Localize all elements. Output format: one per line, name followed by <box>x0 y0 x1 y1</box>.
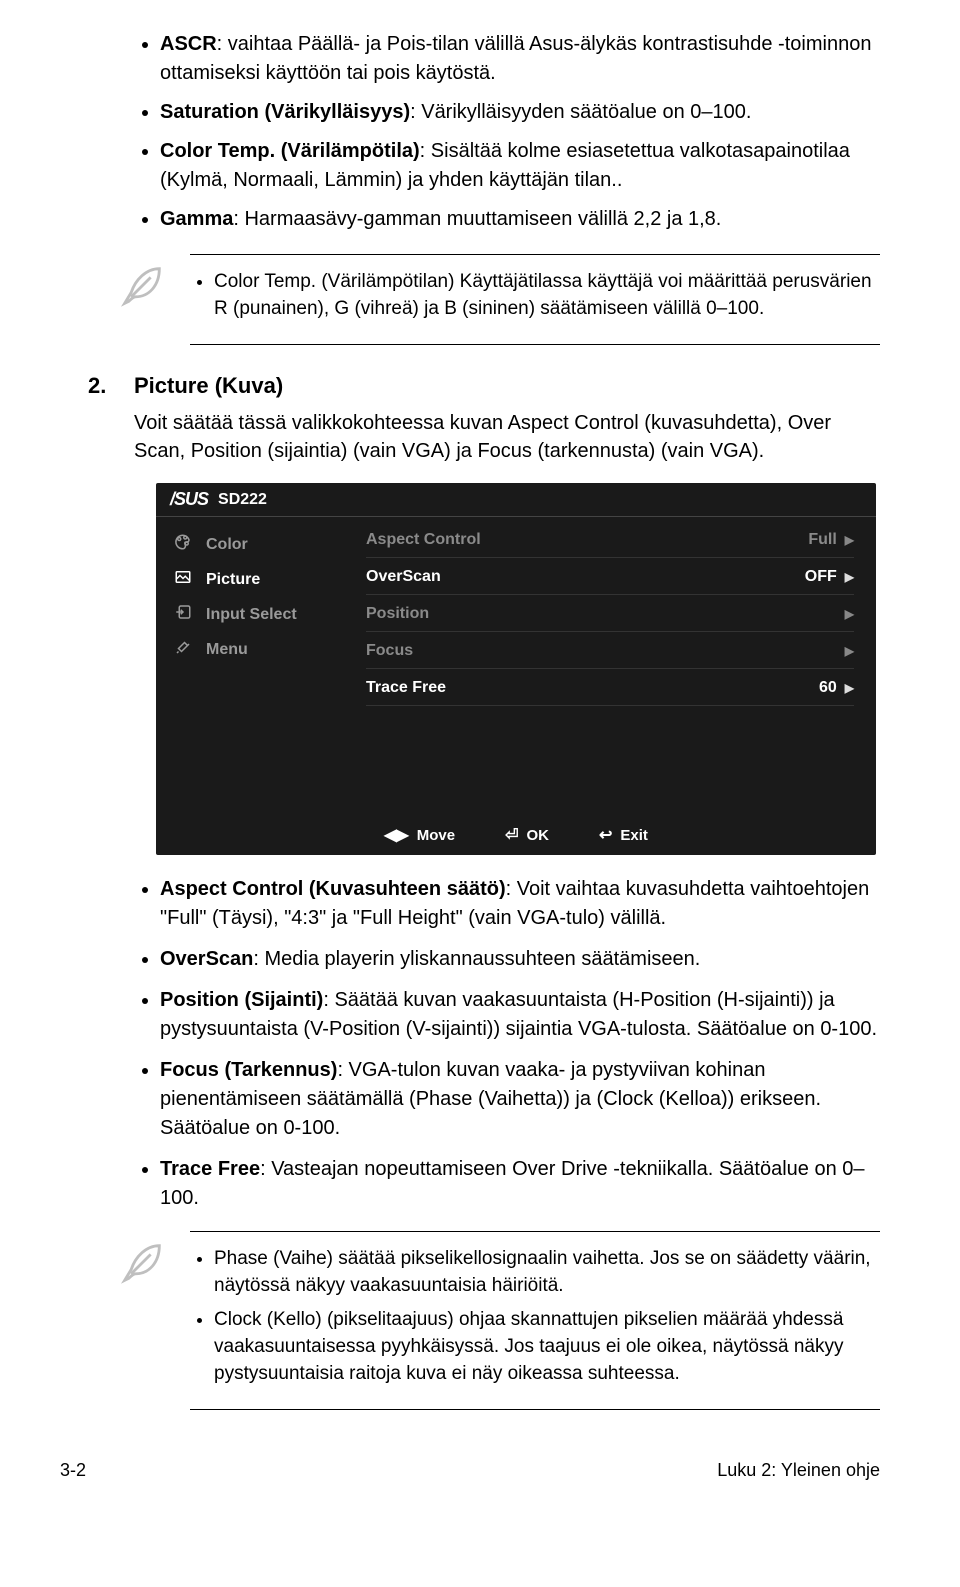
setting-label: Trace Free <box>366 679 446 697</box>
osd-nav-picture[interactable]: Picture <box>156 562 366 597</box>
setting-value: ▶ <box>837 644 854 658</box>
osd-row-trace-free[interactable]: Trace Free 60▶ <box>366 675 854 706</box>
note-body: Color Temp. (Värilämpötilan) Käyttäjätil… <box>190 254 880 345</box>
item-lead: OverScan <box>160 948 253 970</box>
chevron-right-icon: ▶ <box>845 533 854 547</box>
note-text: Phase (Vaihe) säätää pikselikellosignaal… <box>214 1246 880 1299</box>
osd-model: SD222 <box>218 491 267 509</box>
hint-exit: ↩Exit <box>599 825 648 845</box>
chevron-right-icon: ▶ <box>845 644 854 658</box>
list-item: ASCR: vaihtaa Päällä- ja Pois-tilan väli… <box>160 30 880 88</box>
feather-icon <box>116 1237 176 1294</box>
list-item: Trace Free: Vasteajan nopeuttamiseen Ove… <box>160 1155 880 1213</box>
osd-row-overscan[interactable]: OverScan OFF▶ <box>366 564 854 595</box>
tools-icon <box>170 638 196 661</box>
note-body: Phase (Vaihe) säätää pikselikellosignaal… <box>190 1231 880 1410</box>
list-item: Color Temp. (Värilämpötila): Sisältää ko… <box>160 137 880 195</box>
setting-value: Full▶ <box>808 531 854 549</box>
list-item: Saturation (Värikylläisyys): Värikylläis… <box>160 98 880 127</box>
page-footer: 3-2 Luku 2: Yleinen ohje <box>60 1460 880 1481</box>
list-item: Aspect Control (Kuvasuhteen säätö): Voit… <box>160 875 880 933</box>
nav-label: Picture <box>206 571 260 589</box>
chevron-right-icon: ▶ <box>845 570 854 584</box>
osd-nav-color[interactable]: Color <box>156 527 366 562</box>
hint-move: ◀▶Move <box>384 825 455 845</box>
nav-label: Menu <box>206 641 248 659</box>
item-lead: ASCR <box>160 33 217 55</box>
osd-row-position[interactable]: Position ▶ <box>366 601 854 632</box>
chevron-right-icon: ▶ <box>845 607 854 621</box>
move-icon: ◀▶ <box>384 825 409 845</box>
osd-footer: ◀▶Move ⏎OK ↩Exit <box>156 817 876 855</box>
section-number: 2. <box>88 373 134 399</box>
item-lead: Aspect Control (Kuvasuhteen säätö) <box>160 878 506 900</box>
feather-icon <box>116 260 176 317</box>
setting-label: Aspect Control <box>366 531 481 549</box>
nav-label: Input Select <box>206 606 297 624</box>
chevron-right-icon: ▶ <box>845 681 854 695</box>
item-text: : Media playerin yliskannaussuhteen säät… <box>253 948 700 970</box>
section-heading: 2. Picture (Kuva) <box>88 373 880 399</box>
setting-label: Focus <box>366 642 413 660</box>
note-box-1: Color Temp. (Värilämpötilan) Käyttäjätil… <box>116 254 880 345</box>
page-number: 3-2 <box>60 1460 86 1481</box>
setting-label: Position <box>366 605 429 623</box>
note-box-2: Phase (Vaihe) säätää pikselikellosignaal… <box>116 1231 880 1410</box>
top-bullet-list: ASCR: vaihtaa Päällä- ja Pois-tilan väli… <box>160 30 880 234</box>
hint-ok: ⏎OK <box>505 825 549 845</box>
item-text: : Vasteajan nopeuttamiseen Over Drive -t… <box>160 1158 865 1209</box>
item-lead: Position (Sijainti) <box>160 989 323 1011</box>
asus-logo: /SUS <box>170 489 208 510</box>
setting-value: 60▶ <box>819 679 854 697</box>
list-item: OverScan: Media playerin yliskannaussuht… <box>160 945 880 974</box>
osd-nav-input-select[interactable]: Input Select <box>156 597 366 632</box>
exit-icon: ↩ <box>599 825 612 845</box>
setting-label: OverScan <box>366 568 441 586</box>
item-lead: Gamma <box>160 208 233 230</box>
note-text: Clock (Kello) (pikselitaajuus) ohjaa ska… <box>214 1307 880 1387</box>
item-lead: Focus (Tarkennus) <box>160 1059 337 1081</box>
list-item: Focus (Tarkennus): VGA-tulon kuvan vaaka… <box>160 1056 880 1143</box>
ok-icon: ⏎ <box>505 825 518 845</box>
palette-icon <box>170 533 196 556</box>
section-text: Voit säätää tässä valikkokohteessa kuvan… <box>134 409 880 465</box>
list-item: Gamma: Harmaasävy-gamman muuttamiseen vä… <box>160 205 880 234</box>
item-text: : vaihtaa Päällä- ja Pois-tilan välillä … <box>160 33 871 84</box>
item-lead: Trace Free <box>160 1158 260 1180</box>
item-lead: Color Temp. (Värilämpötila) <box>160 140 420 162</box>
osd-nav-menu[interactable]: Menu <box>156 632 366 667</box>
chapter-label: Luku 2: Yleinen ohje <box>717 1460 880 1481</box>
note-text: Color Temp. (Värilämpötilan) Käyttäjätil… <box>214 269 880 322</box>
osd-panel: /SUS SD222 Color Picture Input Select <box>156 483 876 855</box>
item-text: : Harmaasävy-gamman muuttamiseen välillä… <box>233 208 721 230</box>
setting-value: ▶ <box>837 607 854 621</box>
item-text: : Värikylläisyyden säätöalue on 0–100. <box>410 101 751 123</box>
bottom-bullet-list: Aspect Control (Kuvasuhteen säätö): Voit… <box>160 875 880 1213</box>
section-title: Picture (Kuva) <box>134 373 283 399</box>
input-icon <box>170 603 196 626</box>
osd-row-focus[interactable]: Focus ▶ <box>366 638 854 669</box>
nav-label: Color <box>206 536 248 554</box>
picture-icon <box>170 568 196 591</box>
setting-value: OFF▶ <box>805 568 854 586</box>
item-lead: Saturation (Värikylläisyys) <box>160 101 410 123</box>
osd-settings: Aspect Control Full▶ OverScan OFF▶ Posit… <box>366 517 876 817</box>
osd-row-aspect-control[interactable]: Aspect Control Full▶ <box>366 527 854 558</box>
osd-nav: Color Picture Input Select Menu <box>156 517 366 817</box>
list-item: Position (Sijainti): Säätää kuvan vaakas… <box>160 986 880 1044</box>
osd-header: /SUS SD222 <box>156 483 876 517</box>
